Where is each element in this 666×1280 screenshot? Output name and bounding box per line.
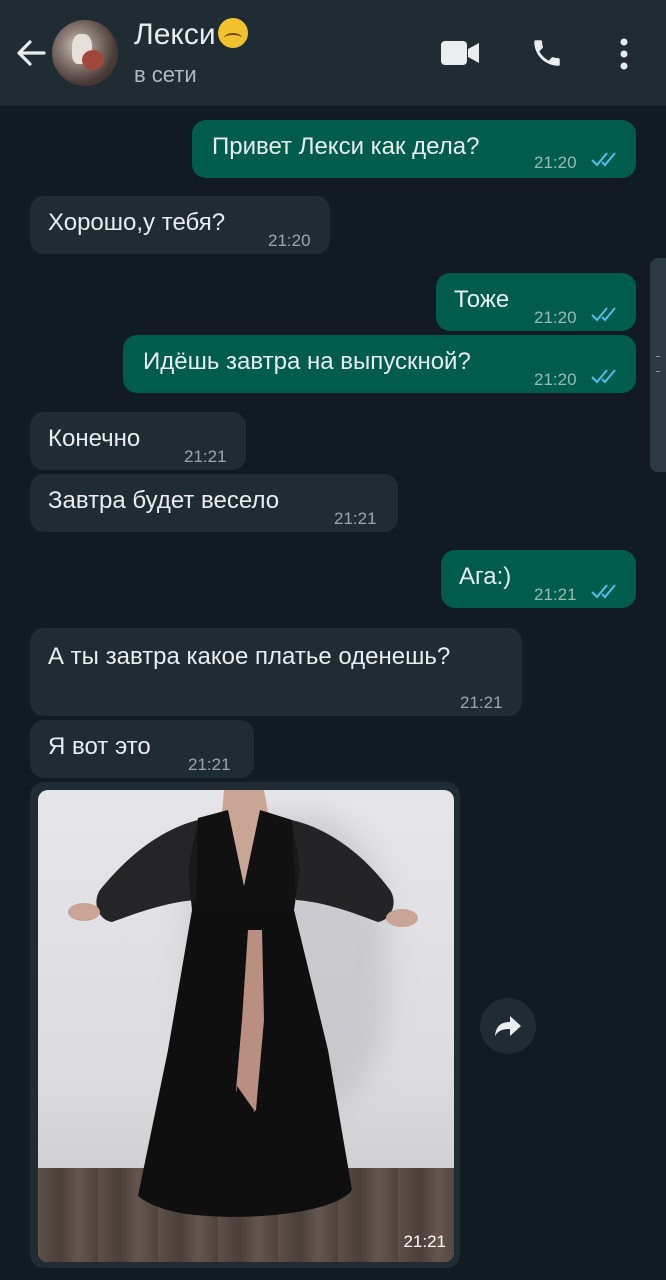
message-bubble-incoming[interactable]: Хорошо,у тебя? 21:20	[30, 196, 330, 254]
image-message[interactable]: 21:21	[30, 782, 460, 1268]
contact-name[interactable]: Лекси	[134, 18, 248, 52]
forward-button[interactable]	[480, 998, 536, 1054]
message-bubble-outgoing[interactable]: Ага:) 21:21	[441, 550, 636, 608]
read-ticks-icon	[591, 152, 616, 167]
message-text: Идёшь завтра на выпускной?	[143, 348, 471, 375]
scrollbar[interactable]	[650, 258, 666, 472]
dress-photo[interactable]	[38, 790, 454, 1262]
message-bubble-incoming[interactable]: А ты завтра какое платье оденешь? 21:21	[30, 628, 522, 716]
message-bubble-outgoing[interactable]: Привет Лекси как дела? 21:20	[192, 120, 636, 178]
message-time: 21:20	[534, 370, 577, 389]
message-text: Конечно	[48, 425, 141, 452]
message-time: 21:21	[534, 585, 577, 604]
message-bubble-incoming[interactable]: Я вот это 21:21	[30, 720, 254, 778]
message-bubble-outgoing[interactable]: Тоже 21:20	[436, 273, 636, 331]
message-bubble-outgoing[interactable]: Идёшь завтра на выпускной? 21:20	[123, 335, 636, 393]
video-call-icon[interactable]	[440, 40, 480, 66]
back-arrow-icon[interactable]	[14, 36, 48, 70]
message-text: Я вот это	[48, 733, 151, 760]
message-time: 21:21	[334, 509, 377, 528]
message-time: 21:21	[184, 447, 227, 466]
voice-call-icon[interactable]	[530, 36, 564, 70]
message-bubble-incoming[interactable]: Конечно 21:21	[30, 412, 246, 470]
upside-down-face-emoji	[217, 18, 248, 48]
read-ticks-icon	[591, 584, 616, 599]
read-ticks-icon	[591, 369, 616, 384]
message-time: 21:21	[188, 755, 231, 774]
black-dress-figure	[68, 790, 418, 1217]
message-text: Завтра будет весело	[48, 487, 280, 514]
message-text: Тоже	[454, 286, 510, 313]
header-divider	[0, 106, 666, 107]
message-text: Хорошо,у тебя?	[48, 209, 226, 236]
message-text: А ты завтра какое платье оденешь?	[48, 643, 451, 670]
message-time: 21:20	[534, 308, 577, 327]
message-time: 21:20	[268, 231, 311, 250]
message-text: Ага:)	[459, 563, 512, 590]
image-time: 21:21	[403, 1232, 446, 1251]
message-bubble-incoming[interactable]: Завтра будет весело 21:21	[30, 474, 398, 532]
message-time: 21:21	[460, 693, 503, 712]
forward-icon	[495, 1016, 521, 1036]
message-text: Привет Лекси как дела?	[212, 133, 480, 160]
more-options-icon[interactable]	[616, 36, 632, 72]
contact-status: в сети	[134, 62, 197, 87]
chat-header: Лекси в сети	[0, 0, 666, 106]
message-time: 21:20	[534, 153, 577, 172]
contact-avatar[interactable]	[52, 20, 118, 86]
read-ticks-icon	[591, 307, 616, 322]
